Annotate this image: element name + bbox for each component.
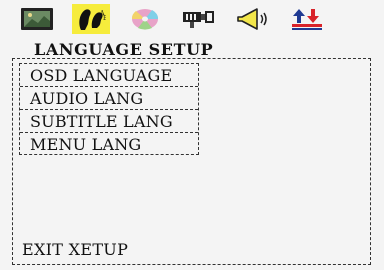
tab-video-setup[interactable] bbox=[180, 4, 218, 34]
preferences-arrows-icon bbox=[292, 9, 322, 30]
tab-language-setup[interactable]: A B bbox=[72, 4, 110, 34]
page-title: LANGUAGE SETUP bbox=[34, 40, 214, 59]
menu-item-menu-lang[interactable]: MENU LANG bbox=[20, 133, 198, 156]
language-menu: OSD LANGUAGE AUDIO LANG SUBTITLE LANG ME… bbox=[19, 63, 199, 155]
menu-item-osd-language[interactable]: OSD LANGUAGE bbox=[20, 64, 198, 87]
language-faces-icon: A B bbox=[79, 9, 106, 31]
speaker-icon bbox=[237, 8, 267, 30]
tab-general-setup[interactable] bbox=[18, 4, 56, 34]
tab-audio-setup[interactable] bbox=[126, 4, 164, 34]
setup-tab-bar: A B bbox=[12, 0, 376, 38]
tv-screen-icon bbox=[21, 8, 53, 30]
tab-speaker-setup[interactable] bbox=[234, 4, 272, 34]
menu-item-audio-lang[interactable]: AUDIO LANG bbox=[20, 87, 198, 110]
exit-setup-button[interactable]: EXIT XETUP bbox=[22, 240, 128, 259]
tab-preferences[interactable] bbox=[288, 4, 326, 34]
disc-icon bbox=[131, 9, 159, 30]
menu-item-subtitle-lang[interactable]: SUBTITLE LANG bbox=[20, 110, 198, 133]
svg-text:B: B bbox=[103, 15, 106, 22]
video-connector-icon bbox=[183, 11, 214, 28]
